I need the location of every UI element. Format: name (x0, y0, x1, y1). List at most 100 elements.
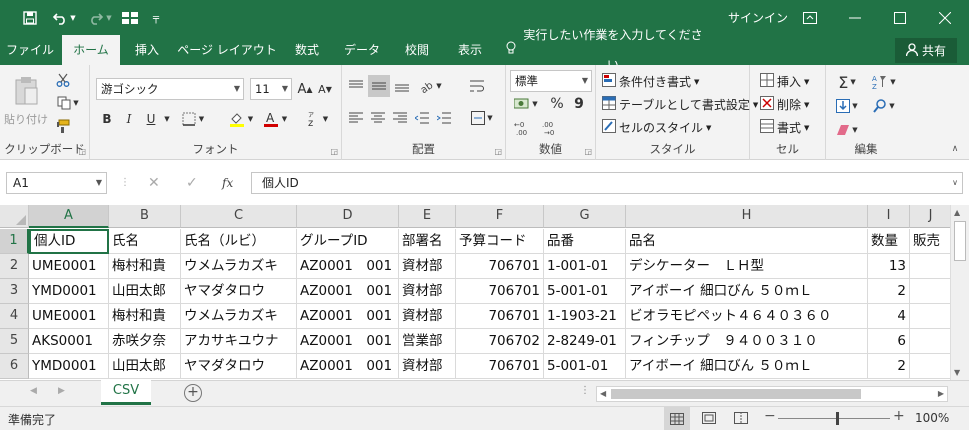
cell[interactable]: アイボーイ 細口びん ５０ｍＬ (626, 354, 868, 379)
vertical-scroll-thumb[interactable] (954, 221, 966, 261)
underline-button[interactable]: U (142, 109, 160, 129)
cell[interactable]: UME0001 (29, 304, 109, 329)
column-header[interactable]: B (109, 205, 181, 228)
cell[interactable]: 5-001-01 (544, 354, 626, 379)
customize-qat-icon[interactable]: ╤ (148, 8, 164, 28)
format-painter-icon[interactable] (52, 116, 74, 136)
cell[interactable]: 706701 (456, 304, 544, 329)
cell[interactable]: 1-1903-21 (544, 304, 626, 329)
cell[interactable]: 営業部 (399, 329, 456, 354)
increase-indent-icon[interactable] (434, 107, 454, 129)
row-header[interactable]: 2 (0, 254, 29, 279)
signin-link[interactable]: サインイン (728, 9, 788, 26)
cell[interactable]: AZ0001 001 (297, 354, 399, 379)
wrap-text-icon[interactable] (466, 75, 488, 97)
vertical-scrollbar[interactable]: ▲ ▼ (950, 205, 969, 380)
decrease-indent-icon[interactable] (412, 107, 432, 129)
cell[interactable]: デシケーター ＬＨ型 (626, 254, 868, 279)
page-break-view-icon[interactable] (734, 412, 748, 427)
grow-font-button[interactable]: A ▲ (296, 79, 314, 99)
zoom-slider-thumb[interactable] (836, 412, 839, 425)
cell[interactable]: 資材部 (399, 354, 456, 379)
bold-button[interactable]: B (98, 109, 116, 129)
clipboard-launcher-icon[interactable]: ◲ (78, 147, 86, 156)
cell[interactable]: 品名 (626, 229, 868, 254)
column-header[interactable]: C (181, 205, 297, 228)
cell[interactable]: 6 (868, 329, 910, 354)
column-header[interactable]: J (910, 205, 952, 228)
save-icon[interactable] (20, 8, 40, 28)
tab-review[interactable]: 校閲 (392, 35, 442, 65)
next-sheet-icon[interactable]: ▶ (58, 386, 65, 396)
cell[interactable]: 梅村和貴 (109, 254, 181, 279)
tab-split-handle-icon[interactable]: ⋮ (580, 385, 590, 396)
autosum-icon[interactable]: Σ ▼ (832, 71, 862, 93)
normal-view-icon[interactable] (664, 407, 690, 430)
paste-button[interactable]: 貼り付け (4, 71, 48, 131)
find-select-icon[interactable]: ▼ (868, 95, 900, 117)
percent-style-button[interactable]: % (548, 94, 566, 114)
cell[interactable]: 赤咲夕奈 (109, 329, 181, 354)
comma-style-button[interactable]: 9 (570, 94, 588, 114)
cell[interactable]: 山田太郎 (109, 279, 181, 304)
cell-a1[interactable]: 個人ID (29, 229, 109, 254)
column-header[interactable]: H (626, 205, 868, 228)
format-cells-button[interactable]: 書式 ▼ (760, 119, 809, 136)
decrease-decimal-icon[interactable]: .00 →0 (540, 118, 564, 138)
row-header[interactable]: 3 (0, 279, 29, 304)
add-sheet-icon[interactable]: + (184, 384, 202, 402)
cell[interactable]: 販売 (910, 229, 952, 254)
cell[interactable]: 数量 (868, 229, 910, 254)
formula-input[interactable]: 個人ID ∨ (251, 172, 963, 194)
cell[interactable]: 706702 (456, 329, 544, 354)
cell[interactable]: アイボーイ 細口びん ５０ｍＬ (626, 279, 868, 304)
cell[interactable]: UME0001 (29, 254, 109, 279)
italic-button[interactable]: I (120, 109, 138, 129)
cell[interactable]: 706701 (456, 279, 544, 304)
align-left-icon[interactable] (346, 107, 366, 129)
horizontal-scroll-thumb[interactable] (611, 389, 861, 399)
cell[interactable]: AZ0001 001 (297, 304, 399, 329)
cell[interactable]: AKS0001 (29, 329, 109, 354)
scroll-left-icon[interactable]: ◀ (600, 389, 606, 398)
scroll-up-icon[interactable]: ▲ (954, 208, 960, 217)
fill-icon[interactable]: ▼ (832, 95, 862, 117)
delete-cells-button[interactable]: 削除 ▼ (760, 96, 809, 113)
column-header[interactable]: E (399, 205, 456, 228)
cell[interactable]: ヤマダタロウ (181, 354, 297, 379)
shrink-font-button[interactable]: A ▼ (316, 79, 334, 99)
cell[interactable]: 2 (868, 279, 910, 304)
tab-view[interactable]: 表示 (446, 35, 494, 65)
sort-filter-icon[interactable]: A Z ▼ (868, 71, 900, 93)
cell[interactable]: 氏名 (109, 229, 181, 254)
alignment-launcher-icon[interactable]: ◲ (494, 147, 502, 156)
cell[interactable]: YMD0001 (29, 354, 109, 379)
font-size-combo[interactable]: 11 ▼ (250, 78, 292, 100)
prev-sheet-icon[interactable]: ◀ (30, 386, 37, 396)
cell[interactable] (910, 279, 952, 304)
horizontal-scrollbar[interactable]: ◀ ▶ (596, 386, 948, 402)
redo-icon[interactable]: ▼ (86, 8, 114, 28)
confirm-entry-icon[interactable]: ✓ (186, 172, 198, 194)
cancel-entry-icon[interactable]: ✕ (148, 172, 160, 194)
cell[interactable]: 1-001-01 (544, 254, 626, 279)
ribbon-display-options-icon[interactable] (787, 0, 832, 35)
increase-decimal-icon[interactable]: ←0.00 (512, 118, 536, 138)
cell[interactable]: 706701 (456, 254, 544, 279)
tab-formulas[interactable]: 数式 (282, 35, 332, 65)
cell[interactable]: 4 (868, 304, 910, 329)
name-box[interactable]: A1 ▼ (6, 172, 107, 194)
zoom-out-icon[interactable]: − (764, 408, 776, 424)
font-name-combo[interactable]: 游ゴシック ▼ (96, 78, 244, 100)
cell[interactable]: 2 (868, 354, 910, 379)
undo-icon[interactable]: ▼ (50, 8, 78, 28)
scroll-down-icon[interactable]: ▼ (954, 368, 960, 377)
font-launcher-icon[interactable]: ◲ (330, 147, 338, 156)
cell[interactable]: アカサキユウナ (181, 329, 297, 354)
select-all-corner[interactable] (0, 205, 29, 228)
cell[interactable] (910, 329, 952, 354)
fill-color-icon[interactable]: ▼ (226, 109, 256, 129)
cell[interactable]: 5-001-01 (544, 279, 626, 304)
row-header[interactable]: 1 (0, 229, 29, 254)
insert-function-icon[interactable]: fx (222, 172, 233, 194)
